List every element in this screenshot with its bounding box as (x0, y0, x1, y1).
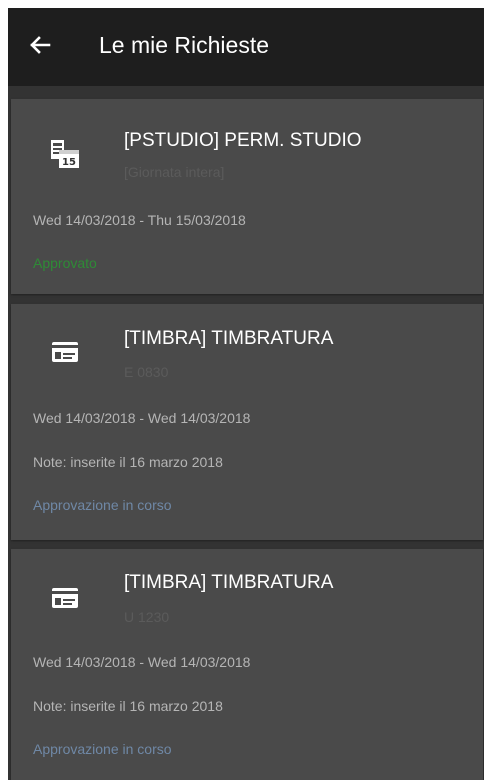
status-label: Approvazione in corso (33, 741, 172, 757)
request-subtitle: E 0830 (124, 364, 169, 380)
app-screen: Le mie Richieste 15 [PSTUDIO] PERM. STUD… (8, 8, 484, 780)
request-title: [TIMBRA] TIMBRATURA (124, 328, 334, 349)
badge-card-icon (45, 583, 85, 613)
app-bar: Le mie Richieste (8, 8, 484, 86)
page-title: Le mie Richieste (99, 32, 270, 58)
request-dates: Wed 14/03/2018 - Wed 14/03/2018 (33, 410, 251, 426)
request-card[interactable]: [TIMBRA] TIMBRATURA U 1230 Wed 14/03/201… (11, 549, 483, 780)
request-dates: Wed 14/03/2018 - Thu 15/03/2018 (33, 212, 246, 228)
request-title: [PSTUDIO] PERM. STUDIO (124, 130, 362, 151)
status-label: Approvato (33, 255, 97, 271)
request-note: Note: inserite il 16 marzo 2018 (33, 454, 223, 470)
request-dates: Wed 14/03/2018 - Wed 14/03/2018 (33, 654, 251, 670)
request-subtitle: [Giornata intera] (124, 164, 225, 180)
request-card[interactable]: [TIMBRA] TIMBRATURA E 0830 Wed 14/03/201… (11, 304, 483, 540)
request-subtitle: U 1230 (124, 609, 170, 625)
request-note: Note: inserite il 16 marzo 2018 (33, 698, 223, 714)
arrow-left-icon (30, 36, 51, 54)
back-button[interactable] (20, 25, 60, 65)
request-title: [TIMBRA] TIMBRATURA (124, 572, 334, 593)
svg-text:15: 15 (62, 157, 76, 168)
request-card[interactable]: 15 [PSTUDIO] PERM. STUDIO [Giornata inte… (11, 99, 483, 294)
badge-card-icon (45, 337, 85, 367)
status-label: Approvazione in corso (33, 497, 172, 513)
calendar-icon: 15 (45, 139, 85, 169)
